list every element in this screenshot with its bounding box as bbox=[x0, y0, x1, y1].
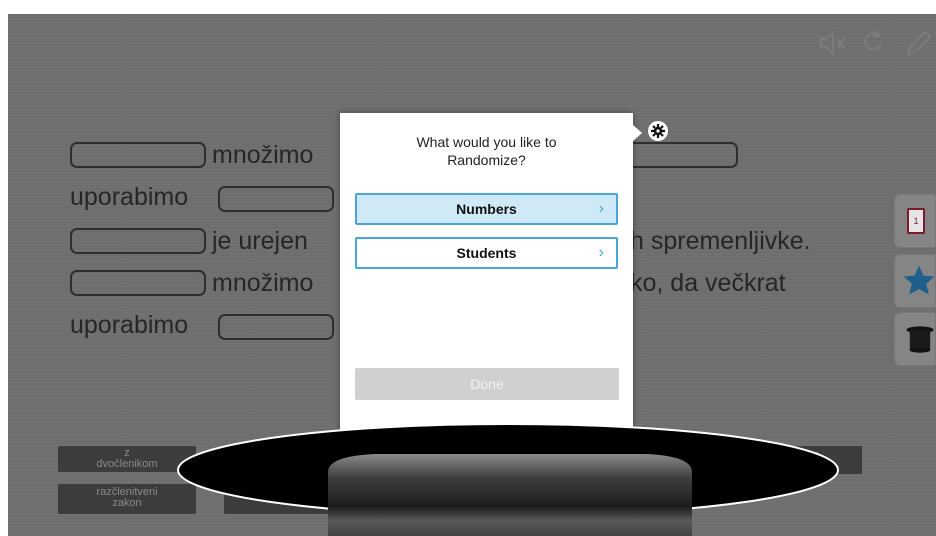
speaker-muted-icon[interactable] bbox=[816, 28, 846, 58]
answer-blank[interactable] bbox=[70, 228, 206, 254]
answer-blank[interactable] bbox=[618, 142, 738, 168]
page-badge: 1 bbox=[907, 208, 925, 234]
students-option[interactable]: Students › bbox=[355, 237, 618, 269]
done-button[interactable]: Done bbox=[355, 368, 619, 400]
answer-blank[interactable] bbox=[218, 314, 334, 340]
magic-hat-icon bbox=[906, 326, 934, 353]
option-label: Numbers bbox=[456, 201, 517, 217]
answer-blank[interactable] bbox=[70, 270, 206, 296]
chevron-right-icon: › bbox=[598, 244, 604, 261]
randomize-dialog: What would you like to Randomize? Number… bbox=[340, 113, 642, 443]
text-line: uporabimo bbox=[70, 183, 189, 211]
dialog-title: What would you like to Randomize? bbox=[416, 134, 557, 168]
page-button[interactable]: 1 bbox=[894, 194, 936, 248]
chevron-right-icon: › bbox=[598, 200, 604, 217]
text-line: ko, da večkrat bbox=[630, 269, 786, 297]
text-line: je urejen bbox=[212, 227, 308, 255]
gear-icon[interactable] bbox=[648, 121, 668, 141]
answer-blank[interactable] bbox=[70, 142, 206, 168]
magic-hat-graphic bbox=[177, 423, 839, 536]
numbers-option[interactable]: Numbers › bbox=[355, 193, 618, 225]
answer-blank[interactable] bbox=[218, 186, 334, 212]
text-line: uporabimo bbox=[70, 311, 189, 339]
star-icon bbox=[903, 265, 935, 295]
text-line: množimo bbox=[212, 269, 314, 297]
pencil-icon[interactable] bbox=[902, 28, 932, 58]
text-line: množimo bbox=[212, 141, 314, 169]
hat-button[interactable] bbox=[894, 312, 936, 366]
refresh-icon[interactable] bbox=[858, 28, 888, 58]
text-line: h spremenljivke. bbox=[630, 227, 811, 255]
option-label: Students bbox=[456, 245, 517, 261]
lesson-canvas: množimo uporabimo je urejen h spremenlji… bbox=[8, 14, 936, 536]
star-button[interactable] bbox=[894, 254, 936, 308]
